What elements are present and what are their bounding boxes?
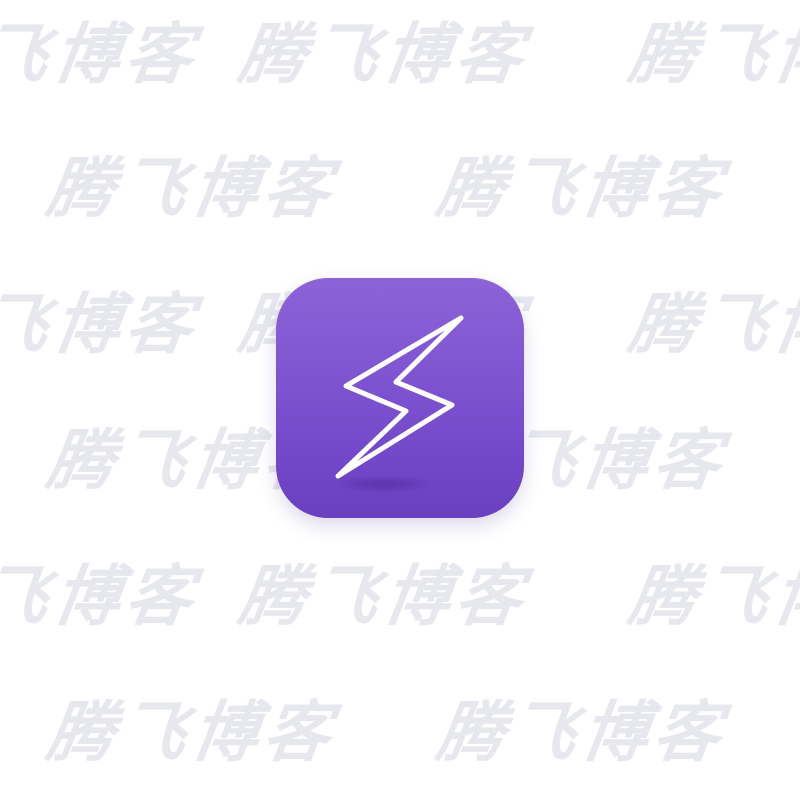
app-icon-tile xyxy=(276,278,524,518)
watermark-text: 腾飞博客 xyxy=(42,694,342,771)
watermark-text: 腾飞博客 xyxy=(0,286,204,363)
bolt-shadow xyxy=(332,475,436,493)
watermark-text: 腾飞博客 xyxy=(234,558,534,635)
app-icon-container xyxy=(276,278,524,518)
watermark-text: 腾飞博客 xyxy=(432,150,732,227)
watermark-text: 腾飞博客 xyxy=(624,558,800,635)
watermark-text: 腾飞博客 xyxy=(42,150,342,227)
watermark-text: 腾飞博客 xyxy=(624,286,800,363)
watermark-text: 腾飞博客 xyxy=(234,16,534,93)
watermark-text: 腾飞博客 xyxy=(432,694,732,771)
canvas: 腾飞博客 腾飞博客 腾飞博客 腾飞博客 腾飞博客 腾飞博客 腾飞博客 腾飞博客 … xyxy=(0,0,800,800)
watermark-text: 腾飞博客 xyxy=(0,16,204,93)
watermark-text: 腾飞博客 xyxy=(0,558,204,635)
watermark-text: 腾飞博客 xyxy=(624,16,800,93)
lightning-bolt-icon xyxy=(276,278,524,518)
